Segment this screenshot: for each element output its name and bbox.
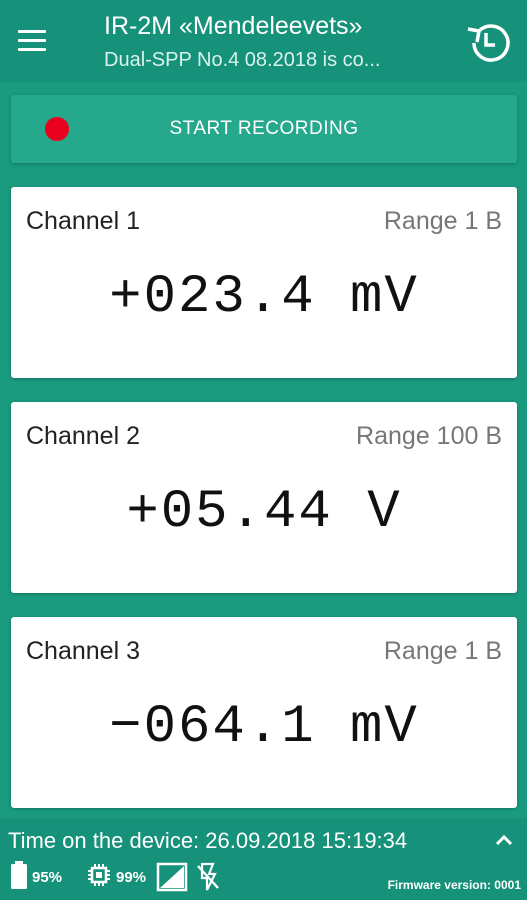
- cpu-level: 99%: [116, 868, 147, 886]
- channel-range: Range 1 B: [383, 637, 502, 665]
- chevron-up-icon[interactable]: [490, 826, 518, 854]
- start-recording-button[interactable]: START RECORDING: [11, 95, 517, 163]
- start-recording-label: START RECORDING: [169, 118, 359, 139]
- channel-card-2[interactable]: Channel 2 Range 100 B +05.44 V: [11, 402, 517, 593]
- channel-name: Channel 3: [26, 637, 140, 665]
- battery-level: 95%: [32, 868, 63, 886]
- status-indicators: 95% 99%: [10, 860, 370, 894]
- chip-icon: [86, 862, 112, 893]
- status-footer: Time on the device: 26.09.2018 15:19:34 …: [0, 818, 527, 900]
- channel-value: −064.1 mV: [109, 697, 419, 758]
- cpu-status: 99%: [86, 860, 146, 894]
- channel-value: +023.4 mV: [109, 267, 419, 328]
- battery-icon: [10, 860, 28, 895]
- device-time: Time on the device: 26.09.2018 15:19:34: [8, 828, 408, 853]
- signal-icon: [156, 860, 188, 894]
- channel-card-1[interactable]: Channel 1 Range 1 B +023.4 mV: [11, 187, 517, 378]
- channel-name: Channel 2: [26, 422, 140, 450]
- channel-name: Channel 1: [26, 207, 140, 235]
- battery-status: 95%: [10, 860, 62, 894]
- device-subtitle: Dual-SPP No.4 08.2018 is co...: [104, 49, 381, 71]
- channel-value: +05.44 V: [126, 482, 402, 543]
- channel-range: Range 1 B: [383, 207, 502, 235]
- channel-card-3[interactable]: Channel 3 Range 1 B −064.1 mV: [11, 617, 517, 808]
- channel-range: Range 100 B: [356, 422, 502, 450]
- history-icon[interactable]: [460, 18, 512, 68]
- flash-off-icon: [196, 860, 220, 894]
- firmware-version: Firmware version: 0001: [387, 878, 521, 892]
- hamburger-menu-icon[interactable]: [18, 24, 58, 56]
- app-title: IR-2M «Mendeleevets»: [104, 12, 363, 40]
- app-bar: IR-2M «Mendeleevets» Dual-SPP No.4 08.20…: [0, 0, 527, 82]
